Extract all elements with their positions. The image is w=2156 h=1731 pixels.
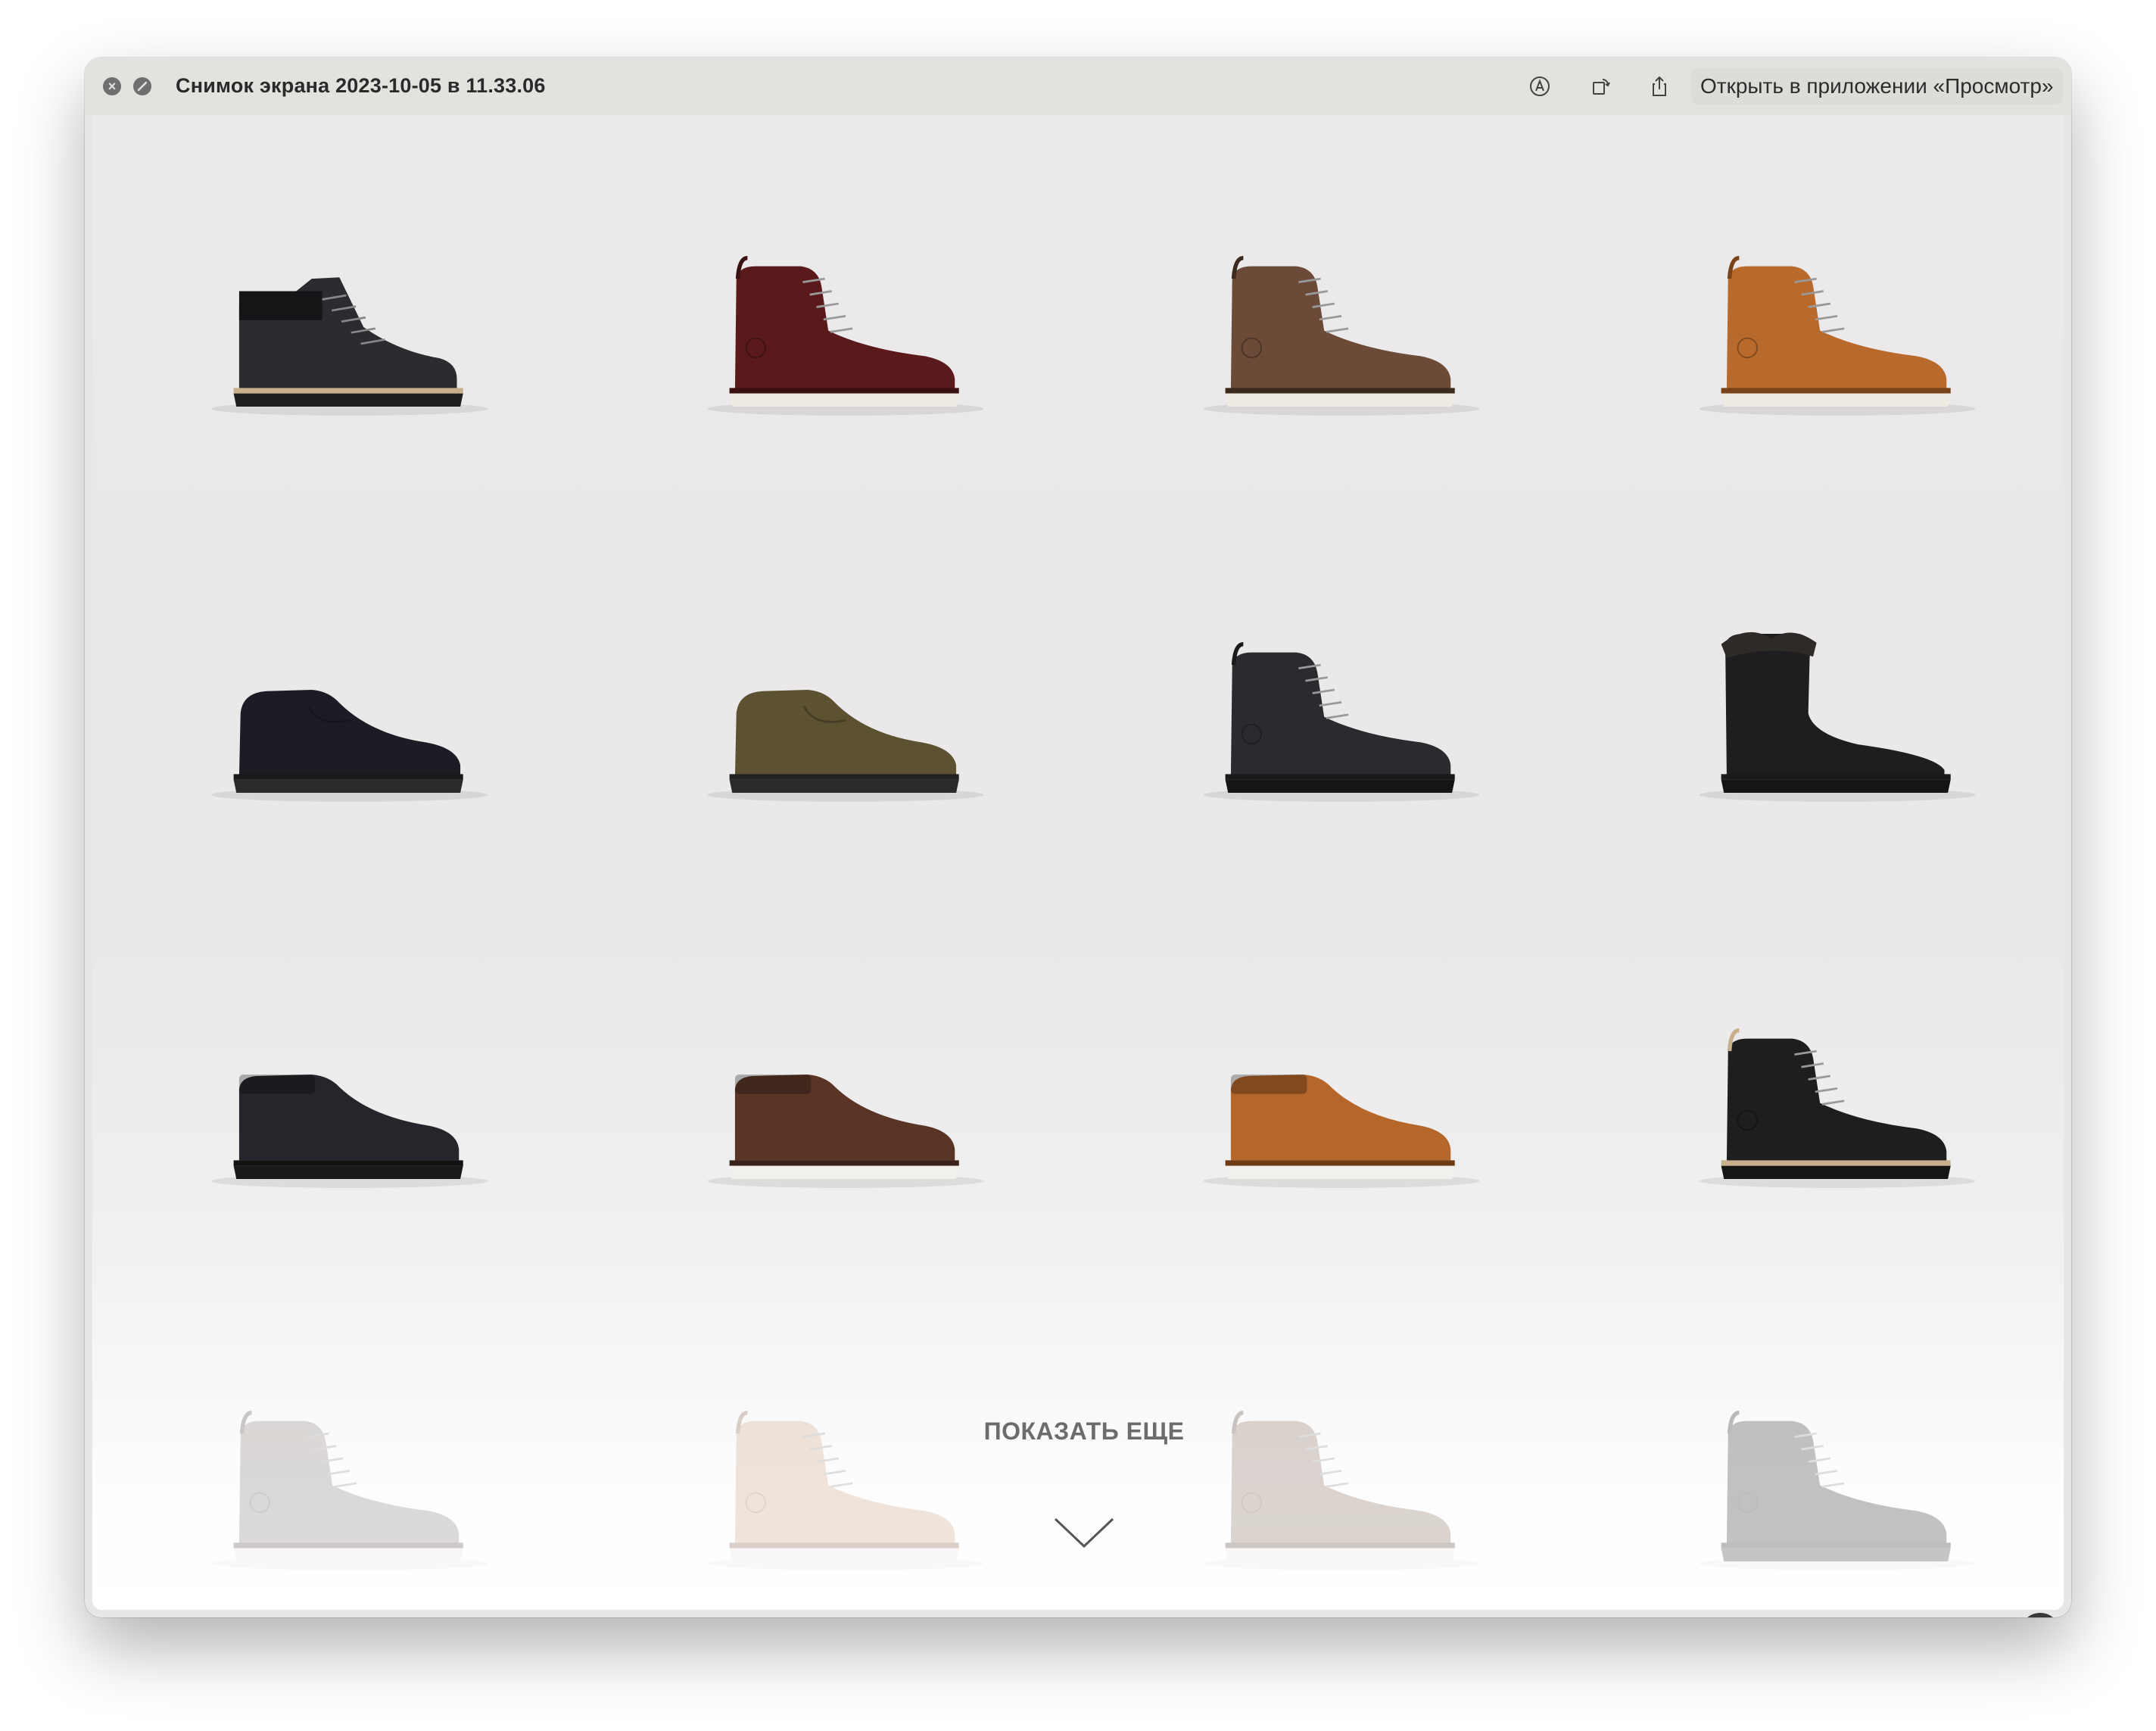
show-more-label[interactable]: ПОКАЗАТЬ ЕЩЕ (971, 1418, 1198, 1446)
product-lug-boot-dark[interactable] (1678, 1368, 1996, 1595)
product-lace-boot-black-2[interactable] (1678, 986, 1996, 1213)
product-sneaker-boot-black[interactable] (191, 986, 509, 1213)
boot-image (233, 1410, 463, 1561)
image-canvas: ПОКАЗАТЬ ЕЩЕ (92, 115, 2064, 1617)
chevron-down-icon[interactable] (1054, 1516, 1114, 1549)
markup-button[interactable] (1526, 73, 1553, 100)
product-work-boot-burgundy[interactable] (687, 214, 1005, 441)
product-chukka-black-suede[interactable] (191, 600, 509, 827)
boot-image (1699, 632, 1976, 802)
close-window-button[interactable]: × (103, 77, 121, 95)
boot-image (211, 1074, 488, 1188)
boot-image (707, 689, 984, 802)
open-in-preview-button[interactable]: Открыть в приложении «Просмотр» (1691, 68, 2063, 104)
boot-image (729, 1410, 959, 1561)
boot-image (1699, 255, 1976, 416)
boot-image (707, 1074, 984, 1188)
boot-image (211, 277, 488, 416)
no-entry-icon (137, 81, 148, 92)
boot-image (1203, 641, 1480, 802)
product-work-boot-brown[interactable] (1182, 214, 1500, 441)
product-work-boot-tan[interactable] (1678, 214, 1996, 441)
share-button[interactable] (1646, 73, 1673, 100)
product-lace-boot-black[interactable] (1182, 600, 1500, 827)
boot-image (1699, 1028, 1976, 1188)
share-icon (1653, 76, 1666, 96)
product-lug-boot-taupe[interactable] (1182, 1368, 1500, 1595)
title-bar: × Снимок экрана 2023-10-05 в 11.33.06 От… (85, 58, 2071, 115)
boot-image (211, 689, 488, 802)
markup-icon (1530, 76, 1550, 96)
product-lug-boot-grey[interactable] (191, 1368, 509, 1595)
product-chukka-olive-suede[interactable] (687, 600, 1005, 827)
product-hiking-boot-black[interactable] (191, 214, 509, 441)
boot-image (1203, 255, 1480, 416)
close-icon: × (107, 79, 117, 94)
boot-image (1225, 1410, 1455, 1561)
window-title: Снимок экрана 2023-10-05 в 11.33.06 (176, 74, 546, 97)
boot-image (1203, 1074, 1480, 1188)
preview-window: × Снимок экрана 2023-10-05 в 11.33.06 От… (85, 58, 2071, 1617)
product-fur-boot-black[interactable] (1678, 600, 1996, 827)
rotate-button[interactable] (1587, 73, 1614, 100)
product-sneaker-boot-tan[interactable] (1182, 986, 1500, 1213)
live-text-button[interactable] (2020, 1613, 2061, 1617)
boot-image (707, 255, 984, 416)
product-lug-boot-sand[interactable] (687, 1368, 1005, 1595)
rotate-icon (1593, 79, 1610, 95)
product-sneaker-boot-brown[interactable] (687, 986, 1005, 1213)
boot-image (1721, 1410, 1951, 1561)
minimize-window-button[interactable] (133, 77, 151, 95)
